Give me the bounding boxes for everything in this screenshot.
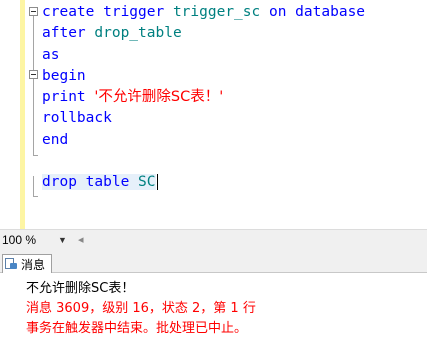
outline-end (33, 155, 38, 156)
editor-status-bar: 100 % ▼ ◂ (0, 229, 427, 251)
message-line: 不允许删除SC表！ (26, 281, 135, 296)
selected-text: drop table SC (42, 174, 156, 191)
code-line: after drop_table (42, 25, 182, 42)
outline-end (33, 196, 38, 197)
zoom-value: 100 % (2, 233, 37, 247)
code-line: drop table SC (42, 172, 365, 193)
code-text[interactable]: create trigger trigger_sc on database aft… (42, 2, 365, 194)
results-pane: 消息 不允许删除SC表！ 消息 3609，级别 16，状态 2，第 1 行 事务… (0, 251, 427, 359)
code-line: print '不允许删除SC表！' (42, 89, 224, 106)
collapse-icon[interactable] (29, 7, 38, 16)
scroll-left-icon[interactable]: ◂ (78, 233, 84, 246)
tab-messages[interactable]: 消息 (2, 254, 53, 273)
message-icon (5, 258, 17, 270)
code-line: as (42, 46, 60, 63)
results-tabstrip: 消息 (0, 251, 427, 273)
tab-label: 消息 (21, 257, 46, 272)
sql-editor[interactable]: create trigger trigger_sc on database aft… (0, 0, 427, 229)
code-line: end (42, 131, 69, 148)
outline-line (33, 8, 34, 156)
collapse-icon[interactable] (29, 70, 38, 79)
zoom-dropdown[interactable]: 100 % ▼ (0, 232, 67, 248)
chevron-down-icon[interactable]: ▼ (58, 232, 67, 248)
code-line: begin (42, 67, 86, 84)
change-marker-bar (20, 0, 25, 229)
code-line: ​ (42, 151, 365, 172)
outline-line (33, 176, 34, 196)
code-line: rollback (42, 110, 112, 127)
error-message-line: 事务在触发器中结束。批处理已中止。 (26, 321, 248, 336)
code-line: create trigger trigger_sc on database (42, 4, 366, 20)
error-message-line: 消息 3609，级别 16，状态 2，第 1 行 (26, 301, 256, 316)
text-caret (156, 174, 158, 191)
